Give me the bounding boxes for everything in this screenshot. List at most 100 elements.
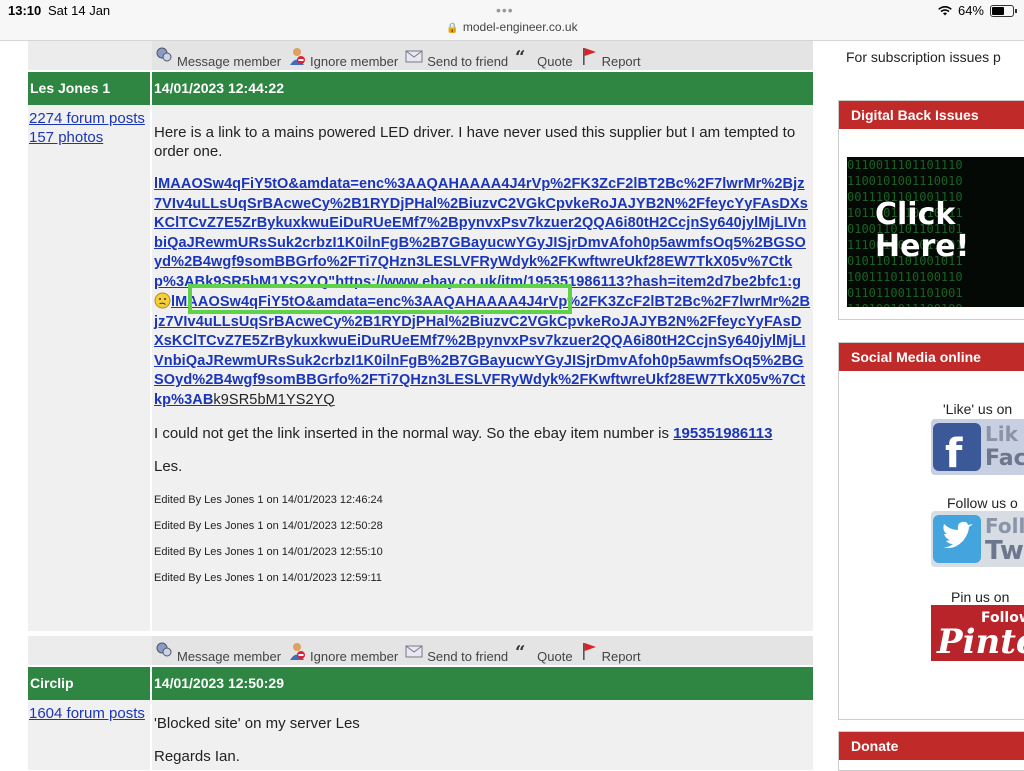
click-here-banner[interactable]: 0110011101101110 1100101001110010 001110… [847, 157, 1024, 307]
post-body: 2274 forum posts 157 photos Here is a li… [28, 105, 813, 631]
donate-widget: Donate [838, 731, 1024, 771]
quote-icon: “ [515, 642, 525, 661]
forum-posts-link[interactable]: 1604 forum posts [29, 704, 149, 723]
widget-title: Digital Back Issues [839, 101, 1024, 129]
tab-handle-icon[interactable]: ••• [496, 2, 514, 18]
edit-note: Edited By Les Jones 1 on 14/01/2023 12:5… [154, 546, 383, 558]
send-to-friend-label: Send to friend [427, 53, 509, 69]
svg-text:Pinte: Pinte [936, 622, 1024, 661]
post-content: 'Blocked site' on my server Les Regards … [152, 700, 813, 770]
report-button[interactable]: Report [579, 641, 641, 664]
quote-label: Quote [537, 53, 573, 69]
forum-posts-link[interactable]: 2274 forum posts [29, 109, 149, 128]
svg-text:Fac: Fac [985, 446, 1024, 471]
post-text: I could not get the link inserted in the… [154, 424, 811, 443]
report-flag-icon [582, 47, 596, 65]
ignore-member-label: Ignore member [310, 53, 399, 69]
facebook-like-button[interactable]: f Lik Fac [931, 419, 1024, 475]
browser-status-bar: 13:10 Sat 14 Jan ••• 🔒 model-engineer.co.… [0, 0, 1024, 41]
report-label: Report [601, 53, 641, 69]
report-flag-icon [582, 642, 596, 660]
post-header: Les Jones 1 14/01/2023 12:44:22 [28, 72, 813, 105]
clock-date: Sat 14 Jan [48, 3, 111, 18]
twitter-icon: FolloTw [931, 511, 1024, 567]
ebay-item-number-link[interactable]: 195351986113 [673, 425, 772, 442]
photos-link[interactable]: 157 photos [29, 128, 149, 147]
message-member-button[interactable]: Message member [154, 46, 282, 69]
svg-text:Follo: Follo [985, 514, 1024, 538]
message-member-label: Message member [177, 648, 282, 664]
message-member-label: Message member [177, 53, 282, 69]
post-content: Here is a link to a mains powered LED dr… [152, 105, 813, 631]
envelope-icon [405, 645, 423, 657]
facebook-icon: f LikFac [931, 419, 1024, 475]
message-icon [156, 47, 172, 61]
envelope-icon [405, 50, 423, 62]
pinterest-icon: FollowPinte [931, 605, 1024, 661]
edit-note: Edited By Les Jones 1 on 14/01/2023 12:5… [154, 572, 382, 584]
digital-back-issues-widget: Digital Back Issues 0110011101101110 110… [838, 100, 1024, 320]
url-text: model-engineer.co.uk [462, 20, 578, 34]
message-icon [156, 642, 172, 656]
report-button[interactable]: Report [579, 46, 641, 69]
actions-spacer [28, 636, 150, 665]
post-text: 'Blocked site' on my server Les [154, 715, 360, 732]
battery-percent: 64% [957, 3, 984, 18]
battery-icon [990, 4, 1017, 17]
no-insert-text: I could not get the link inserted in the… [154, 425, 669, 442]
pinterest-follow-button[interactable]: FollowPinte [931, 605, 1024, 661]
confused-smiley-icon [154, 292, 171, 309]
clock-time: 13:10 [8, 3, 42, 18]
link-part: lMAAOSw4qFiY5tO&amdata=enc%3AAQAHAAAA4J4… [154, 176, 808, 290]
system-indicators: 64% [938, 3, 1017, 18]
post-header: Circlip 14/01/2023 12:50:29 [28, 667, 813, 700]
post-text: Regards Ian. [154, 748, 240, 765]
message-member-button[interactable]: Message member [154, 641, 282, 664]
author-stats: 1604 forum posts [28, 700, 150, 770]
ignore-member-button[interactable]: Ignore member [287, 46, 399, 69]
send-to-friend-button[interactable]: Send to friend [404, 641, 508, 664]
send-to-friend-button[interactable]: Send to friend [404, 46, 509, 69]
wifi-icon [938, 5, 952, 15]
svg-text:f: f [945, 431, 963, 475]
post-author[interactable]: Circlip [28, 667, 150, 700]
report-label: Report [601, 648, 641, 664]
post-actions: Message member Ignore member Send to fri… [152, 636, 813, 665]
quote-label: Quote [537, 648, 573, 664]
ignore-member-button[interactable]: Ignore member [287, 641, 399, 664]
quote-button[interactable]: “ Quote [514, 46, 573, 69]
follow-label: Follow us o [947, 495, 1018, 511]
post-text: Here is a link to a mains powered LED dr… [154, 124, 796, 160]
widget-title: Donate [839, 732, 1024, 760]
forum-thread: Message member Ignore member Send to fri… [28, 41, 813, 770]
post-date: 14/01/2023 12:44:22 [152, 72, 813, 105]
edit-note: Edited By Les Jones 1 on 14/01/2023 12:4… [154, 494, 383, 506]
signoff: Les. [154, 458, 183, 475]
quote-button[interactable]: “ Quote [514, 641, 573, 664]
social-media-widget: Social Media online 'Like' us on f Lik Fac… [838, 342, 1024, 720]
lock-icon: 🔒 [446, 23, 459, 34]
svg-text:“: “ [515, 642, 525, 661]
link-part: ?hash=item2d7be2bfc1:g [624, 273, 802, 290]
ignore-user-icon [290, 642, 306, 660]
highlight-box [188, 284, 572, 314]
quote-icon: “ [515, 47, 525, 66]
post-date: 14/01/2023 12:50:29 [152, 667, 813, 700]
pin-label: Pin us on [951, 589, 1010, 605]
like-label: 'Like' us on [943, 401, 1013, 417]
post-author[interactable]: Les Jones 1 [28, 72, 150, 105]
subscription-text: For subscription issues p [846, 49, 1001, 65]
svg-text:“: “ [515, 47, 525, 66]
ignore-user-icon [290, 47, 306, 65]
svg-text:Tw: Tw [985, 536, 1024, 566]
forum-page: Message member Ignore member Send to fri… [0, 41, 1024, 771]
post-actions-row: Message member Ignore member Send to fri… [28, 636, 813, 667]
post-actions: Message member Ignore member Send to fri… [152, 41, 813, 70]
twitter-follow-button[interactable]: FolloTw [931, 511, 1024, 567]
link-tail: k9SR5bM1YS2YQ [213, 391, 335, 408]
address-bar[interactable]: 🔒 model-engineer.co.uk [0, 20, 1024, 34]
author-stats: 2274 forum posts 157 photos [28, 105, 150, 631]
ignore-member-label: Ignore member [310, 648, 399, 664]
edit-note: Edited By Les Jones 1 on 14/01/2023 12:5… [154, 520, 383, 532]
click-here-text: Click Here! [875, 197, 970, 264]
